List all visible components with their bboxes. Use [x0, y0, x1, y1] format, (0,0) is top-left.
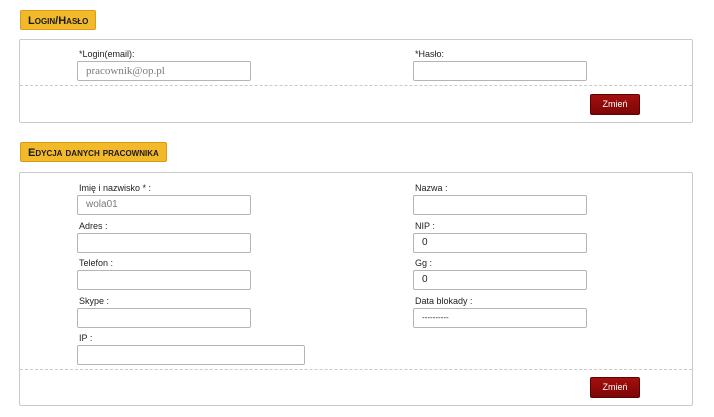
address-label: Adres :	[79, 221, 108, 231]
skype-label: Skype :	[79, 296, 110, 306]
gg-label: Gg :	[415, 258, 433, 268]
login-panel: *Login(email): pracownik@op.pl *Hasło: Z…	[19, 39, 693, 123]
skype-field[interactable]	[77, 308, 251, 328]
nip-label: NIP :	[415, 221, 435, 231]
password-label: *Hasło:	[415, 49, 445, 59]
employee-change-button[interactable]: Zmień	[590, 377, 640, 398]
name-field[interactable]: wola01	[77, 195, 251, 215]
employee-section-title: Edycja danych pracownika	[20, 142, 167, 162]
block-date-field[interactable]: ----------	[413, 308, 587, 328]
block-date-label: Data blokady :	[415, 296, 473, 306]
login-divider	[20, 85, 692, 86]
company-name-field[interactable]	[413, 195, 587, 215]
ip-label: IP :	[79, 333, 93, 343]
company-name-label: Nazwa :	[415, 183, 448, 193]
login-change-button[interactable]: Zmień	[590, 94, 640, 115]
employee-divider	[20, 369, 692, 370]
login-section-title: Login/Hasło	[20, 10, 97, 30]
employee-panel: Imię i nazwisko * : wola01 Adres : Telef…	[19, 172, 693, 406]
login-email-field[interactable]: pracownik@op.pl	[77, 61, 251, 81]
nip-field[interactable]: 0	[413, 233, 587, 253]
phone-label: Telefon :	[79, 258, 114, 268]
ip-field[interactable]	[77, 345, 305, 365]
login-label: *Login(email):	[79, 49, 135, 59]
name-label: Imię i nazwisko * :	[79, 183, 152, 193]
password-field[interactable]	[413, 61, 587, 81]
phone-field[interactable]	[77, 270, 251, 290]
gg-field[interactable]: 0	[413, 270, 587, 290]
address-field[interactable]	[77, 233, 251, 253]
